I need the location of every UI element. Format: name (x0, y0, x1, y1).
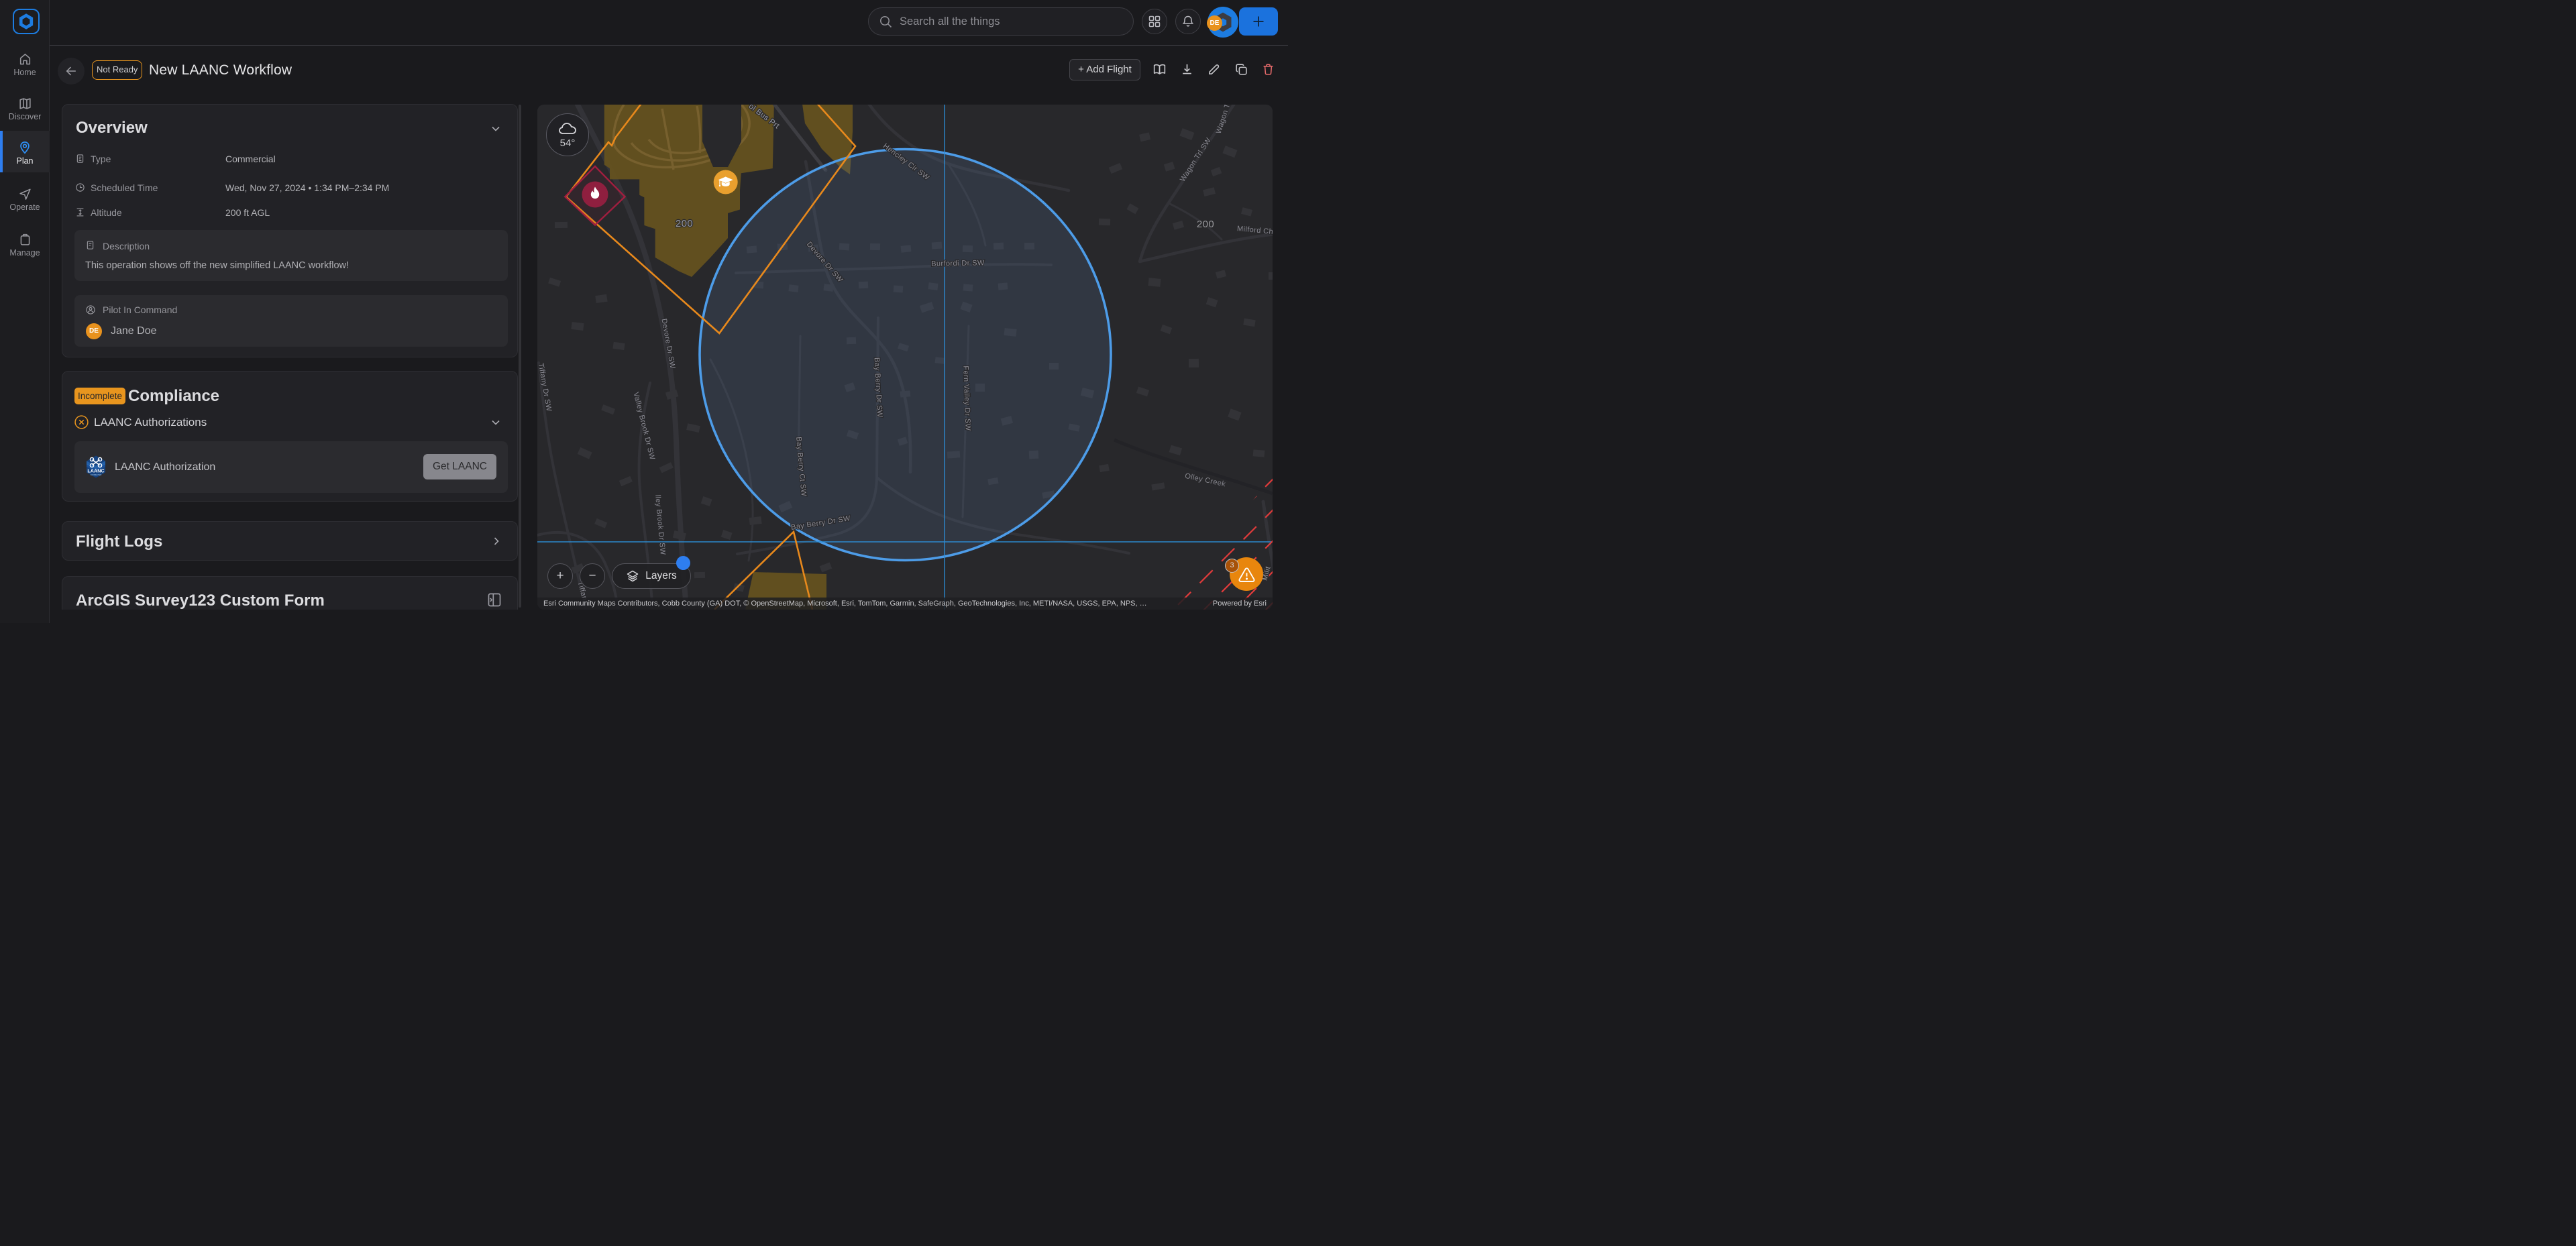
svg-text:200: 200 (1197, 219, 1214, 230)
svg-text:Burfordi Dr SW: Burfordi Dr SW (931, 259, 985, 268)
svg-text:CONNECTED: CONNECTED (91, 473, 102, 476)
svg-text:LAANC: LAANC (87, 468, 104, 474)
svg-text:200: 200 (676, 218, 693, 229)
